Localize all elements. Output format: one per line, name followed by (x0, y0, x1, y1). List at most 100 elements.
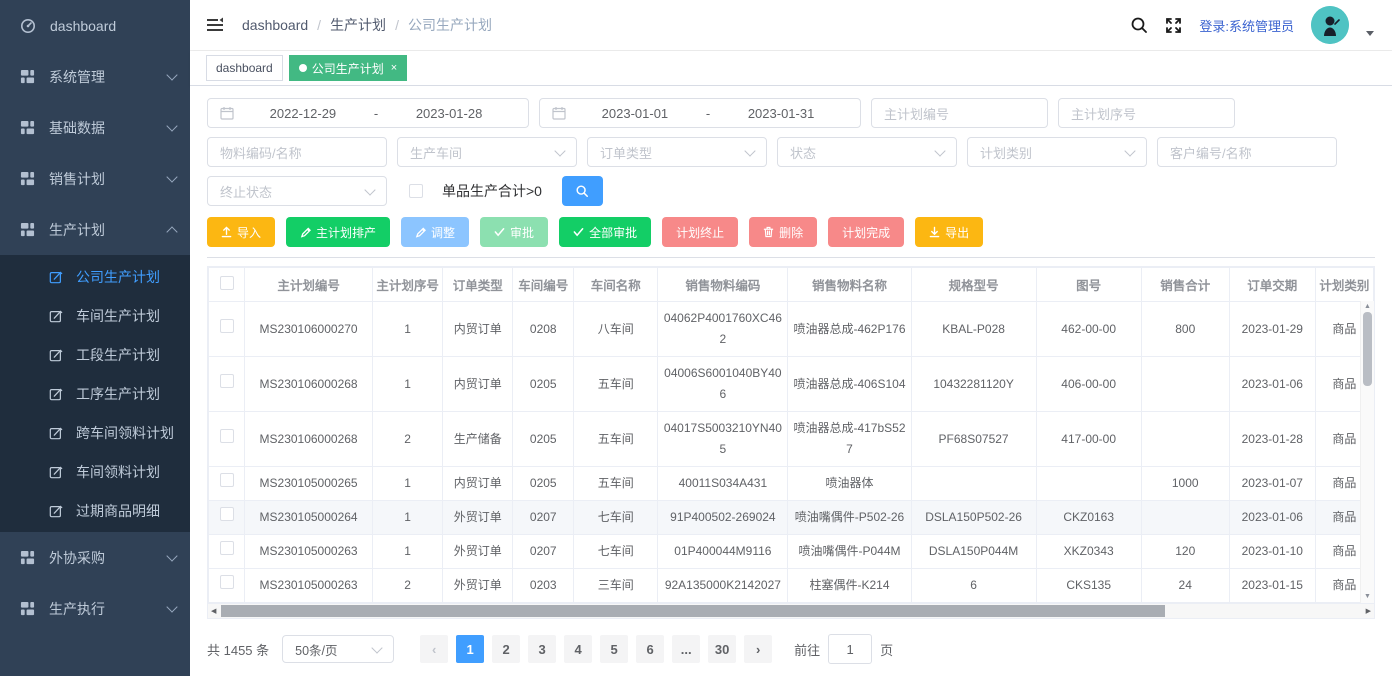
date-start[interactable]: 2022-12-29 (236, 106, 370, 121)
sidebar-submenu-item[interactable]: 工段生产计划 (0, 335, 190, 374)
sidebar-group-item[interactable]: 外协采购 (0, 532, 190, 583)
scroll-right-icon[interactable]: ▶ (1366, 604, 1371, 618)
sidebar-submenu-item[interactable]: 跨车间领料计划 (0, 413, 190, 452)
table-row[interactable]: MS230106000268 2 生产储备 0205 五车间 04017S500… (209, 412, 1374, 467)
vertical-scroll-thumb[interactable] (1363, 312, 1372, 386)
user-avatar[interactable] (1311, 6, 1349, 44)
plan-date-range-picker[interactable]: 2022-12-29 - 2023-01-28 (207, 98, 529, 128)
sidebar-submenu-item[interactable]: 车间生产计划 (0, 296, 190, 335)
date-start[interactable]: 2023-01-01 (568, 106, 702, 121)
row-checkbox[interactable] (220, 507, 234, 521)
cell-drawing-no: 462-00-00 (1036, 302, 1141, 357)
terminate-button[interactable]: 计划终止 (662, 217, 738, 247)
sidebar-group-item[interactable]: 基础数据 (0, 102, 190, 153)
plan-no-input[interactable]: 主计划编号 (871, 98, 1048, 128)
query-button[interactable] (562, 176, 603, 206)
page-button[interactable]: 2 (492, 635, 520, 663)
cell-due-date: 2023-01-10 (1229, 535, 1315, 569)
sidebar-submenu-item[interactable]: 公司生产计划 (0, 257, 190, 296)
page-button[interactable]: 30 (708, 635, 736, 663)
adjust-button[interactable]: 调整 (401, 217, 469, 247)
grid-icon (20, 222, 35, 237)
table-row[interactable]: MS230106000268 1 内贸订单 0205 五车间 04006S600… (209, 357, 1374, 412)
vertical-scrollbar[interactable]: ▲ ▼ (1360, 301, 1374, 603)
sidebar-item-dashboard[interactable]: dashboard (0, 0, 190, 51)
horizontal-scrollbar[interactable]: ◀ ▶ (207, 604, 1375, 619)
date-end[interactable]: 2023-01-31 (714, 106, 848, 121)
cell-material-code: 40011S034A431 (658, 467, 788, 501)
button-label: 调整 (431, 224, 455, 241)
horizontal-scroll-thumb[interactable] (221, 605, 1165, 617)
date-end[interactable]: 2023-01-28 (382, 106, 516, 121)
sidebar-group-item[interactable]: 销售计划 (0, 153, 190, 204)
due-date-range-picker[interactable]: 2023-01-01 - 2023-01-31 (539, 98, 861, 128)
customer-input[interactable]: 客户编号/名称 (1157, 137, 1337, 167)
cell-plan-seq: 1 (373, 501, 443, 535)
cell-material-code: 04017S5003210YN405 (658, 412, 788, 467)
close-icon[interactable]: × (391, 63, 397, 74)
sidebar-group-item[interactable]: 生产计划 (0, 204, 190, 255)
view-tab[interactable]: 公司生产计划 × (289, 55, 407, 81)
material-input[interactable]: 物料编码/名称 (207, 137, 387, 167)
row-checkbox[interactable] (220, 374, 234, 388)
plan-seq-input[interactable]: 主计划序号 (1058, 98, 1235, 128)
table-row[interactable]: MS230105000263 1 外贸订单 0207 七车间 01P400044… (209, 535, 1374, 569)
search-button[interactable] (1130, 16, 1148, 34)
page-button[interactable]: ... (672, 635, 700, 663)
terminate-status-select[interactable]: 终止状态 (207, 176, 387, 206)
page-button[interactable]: 1 (456, 635, 484, 663)
approve-all-button[interactable]: 全部审批 (559, 217, 651, 247)
breadcrumb-item[interactable]: 生产计划 (330, 15, 386, 35)
row-checkbox[interactable] (220, 575, 234, 589)
cell-due-date: 2023-01-07 (1229, 467, 1315, 501)
sidebar-group-item[interactable]: 生产执行 (0, 583, 190, 634)
cell-material-name: 喷油器体 (788, 467, 911, 501)
table-row[interactable]: MS230105000265 1 内贸订单 0205 五车间 40011S034… (209, 467, 1374, 501)
single-total-checkbox[interactable] (409, 184, 423, 198)
sidebar-group-item[interactable]: 系统管理 (0, 51, 190, 102)
delete-button[interactable]: 删除 (749, 217, 817, 247)
scroll-up-icon[interactable]: ▲ (1361, 302, 1374, 312)
scroll-down-icon[interactable]: ▼ (1361, 592, 1374, 602)
sidebar-collapse-button[interactable] (206, 17, 224, 33)
status-select[interactable]: 状态 (777, 137, 957, 167)
chevron-down-icon (364, 184, 375, 195)
chevron-down-icon[interactable] (1366, 31, 1374, 36)
sidebar-submenu-item[interactable]: 过期商品明细 (0, 491, 190, 530)
breadcrumb-item[interactable]: dashboard (242, 17, 308, 33)
fullscreen-button[interactable] (1165, 17, 1182, 34)
goto-page-input[interactable] (828, 634, 872, 664)
next-page-button[interactable]: › (744, 635, 772, 663)
workshop-select[interactable]: 生产车间 (397, 137, 577, 167)
cell-due-date: 2023-01-28 (1229, 412, 1315, 467)
prev-page-button[interactable]: ‹ (420, 635, 448, 663)
page-size-select[interactable]: 50条/页 (282, 635, 394, 663)
page-button[interactable]: 5 (600, 635, 628, 663)
divider (207, 257, 1375, 258)
page-button[interactable]: 4 (564, 635, 592, 663)
login-user-label[interactable]: 登录:系统管理员 (1199, 16, 1294, 35)
page-button[interactable]: 6 (636, 635, 664, 663)
single-total-checkbox-label[interactable]: 单品生产合计>0 (442, 181, 542, 201)
row-checkbox[interactable] (220, 473, 234, 487)
export-button[interactable]: 导出 (915, 217, 983, 247)
approve-button[interactable]: 审批 (480, 217, 548, 247)
order-type-select[interactable]: 订单类型 (587, 137, 767, 167)
table-row[interactable]: MS230105000264 1 外贸订单 0207 七车间 91P400502… (209, 501, 1374, 535)
row-checkbox[interactable] (220, 541, 234, 555)
cell-material-name: 喷油器总成-406S104 (788, 357, 911, 412)
row-checkbox[interactable] (220, 429, 234, 443)
select-all-checkbox[interactable] (220, 276, 234, 290)
table-row[interactable]: MS230105000263 2 外贸订单 0203 三车间 92A135000… (209, 569, 1374, 603)
page-button[interactable]: 3 (528, 635, 556, 663)
import-button[interactable]: 导入 (207, 217, 275, 247)
plan-category-select[interactable]: 计划类别 (967, 137, 1147, 167)
view-tab[interactable]: dashboard × (206, 55, 283, 81)
sidebar-submenu-item[interactable]: 车间领料计划 (0, 452, 190, 491)
row-checkbox[interactable] (220, 319, 234, 333)
scroll-left-icon[interactable]: ◀ (211, 604, 216, 618)
table-row[interactable]: MS230106000270 1 内贸订单 0208 八车间 04062P400… (209, 302, 1374, 357)
schedule-button[interactable]: 主计划排产 (286, 217, 390, 247)
complete-button[interactable]: 计划完成 (828, 217, 904, 247)
sidebar-submenu-item[interactable]: 工序生产计划 (0, 374, 190, 413)
